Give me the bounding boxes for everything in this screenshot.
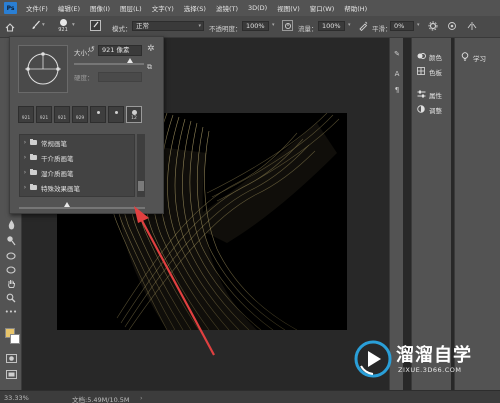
grid-icon: [416, 67, 426, 77]
panel-color[interactable]: 颜色: [416, 52, 442, 62]
learn-icon: [460, 52, 470, 63]
status-menu-chevron-icon[interactable]: ›: [140, 394, 143, 402]
paragraph-panel-icon[interactable]: ¶: [392, 86, 405, 94]
document-info[interactable]: 文档:5.49M/10.5M: [72, 394, 130, 403]
panel-label: 属性: [429, 92, 442, 100]
watermark-url: ZIXUE.3D66.COM: [398, 366, 462, 374]
watermark-brand: 溜溜自学: [396, 345, 472, 366]
character-panel-icon[interactable]: A: [392, 70, 405, 78]
panel-learn[interactable]: 学习: [460, 52, 486, 63]
panel-label: 颜色: [429, 54, 442, 62]
watermark: 溜溜自学 ZIXUE.3D66.COM: [354, 338, 494, 384]
panel-properties[interactable]: 属性: [416, 90, 442, 100]
history-brush-icon[interactable]: ✎: [392, 50, 405, 58]
adjust-icon: [416, 105, 426, 115]
panel-label: 色板: [429, 69, 442, 77]
panel-swatches[interactable]: 色板: [416, 67, 442, 77]
panel-label: 学习: [473, 54, 486, 63]
color-swatch-icon: [416, 52, 426, 62]
status-bar: 33.33% 文档:5.49M/10.5M ›: [0, 390, 500, 403]
panel-label: 调整: [429, 107, 442, 115]
zoom-level[interactable]: 33.33%: [4, 394, 29, 402]
panel-adjustments[interactable]: 调整: [416, 105, 442, 115]
watermark-logo: [354, 340, 392, 378]
properties-icon: [416, 90, 426, 100]
